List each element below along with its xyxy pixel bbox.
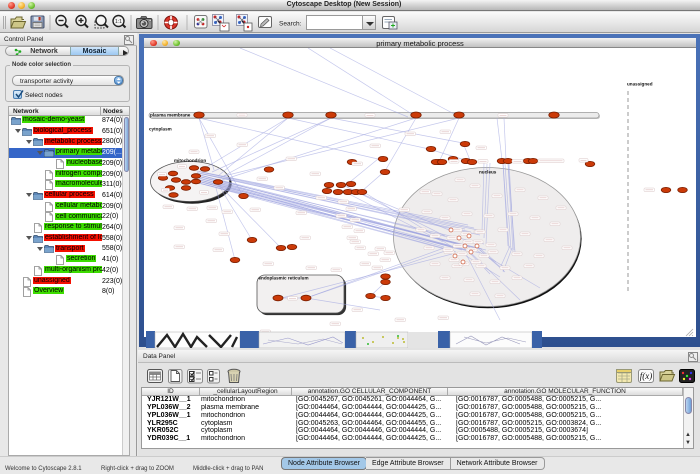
- svg-text:endoplasmic reticulum: endoplasmic reticulum: [259, 276, 309, 281]
- svg-text:Search:: Search:: [279, 21, 302, 28]
- svg-text:unassigned: unassigned: [627, 82, 653, 87]
- svg-text:plasma membrane: plasma membrane: [150, 113, 191, 118]
- svg-text:f(x): f(x): [640, 371, 653, 381]
- svg-text:mitochondrion: mitochondrion: [174, 158, 206, 163]
- svg-text:1:1: 1:1: [115, 19, 122, 25]
- svg-text:nucleus: nucleus: [479, 170, 497, 175]
- svg-text:cytoplasm: cytoplasm: [149, 127, 172, 132]
